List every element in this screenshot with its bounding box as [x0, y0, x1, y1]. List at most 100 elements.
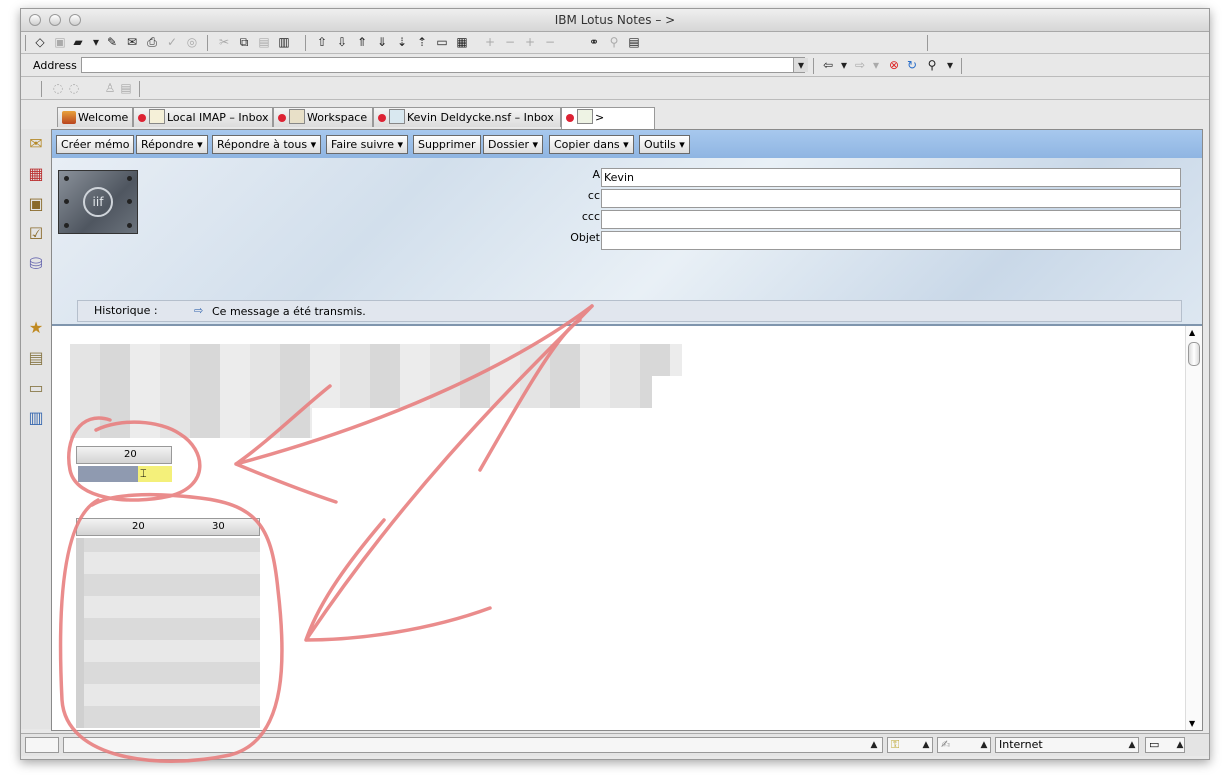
- reply-all-button[interactable]: Répondre à tous ▾: [212, 135, 322, 154]
- copy-into-button[interactable]: Copier dans ▾: [549, 135, 634, 154]
- spell-check-icon[interactable]: ✓: [165, 35, 179, 49]
- search-bar-icon[interactable]: ▤: [627, 35, 641, 49]
- search-dropdown-icon[interactable]: ▾: [943, 58, 957, 72]
- previous-unread-icon[interactable]: ⇡: [415, 35, 429, 49]
- create-memo-button[interactable]: Créer mémo: [56, 135, 135, 154]
- redacted-table: [76, 538, 260, 728]
- signature-up-icon[interactable]: ▲: [977, 738, 991, 752]
- tab-current-memo[interactable]: >: [561, 107, 655, 129]
- replicator-bookmark-icon[interactable]: ⛁: [25, 253, 47, 275]
- show-child-icon[interactable]: ▦: [455, 35, 469, 49]
- forward-icon[interactable]: ⇨: [853, 58, 867, 72]
- scroll-down-icon[interactable]: ▼: [1189, 719, 1195, 728]
- paste-special-icon[interactable]: ▥: [277, 35, 291, 49]
- chat-icon[interactable]: ◌: [51, 81, 65, 95]
- scroll-up-icon[interactable]: ▲: [1189, 328, 1195, 337]
- status-bar: ▲ ⚿ ▲ ✍ ▲ Internet ▲ ▭ ▲: [21, 733, 1209, 756]
- tab-label: Welcome: [78, 111, 129, 124]
- to-field[interactable]: Kevin: [601, 168, 1181, 187]
- column-marker-icon[interactable]: ⌶: [138, 466, 172, 482]
- address-toolbar: Address ▾ ⇦ ▾ ⇨ ▾ ⊗ ↻ ⚲ ▾: [21, 55, 1209, 77]
- expand-icon[interactable]: +: [483, 35, 497, 49]
- mail-status-up-icon[interactable]: ▲: [1173, 738, 1187, 752]
- navigate-top-icon[interactable]: ⇧: [315, 35, 329, 49]
- person-icon[interactable]: ♙: [103, 81, 117, 95]
- security-up-icon[interactable]: ▲: [919, 738, 933, 752]
- find-binoculars-icon[interactable]: ⚭: [587, 35, 601, 49]
- address-input[interactable]: [81, 57, 805, 73]
- subject-field[interactable]: [601, 231, 1181, 250]
- properties-icon[interactable]: ◎: [185, 35, 199, 49]
- search-icon[interactable]: ⚲: [607, 35, 621, 49]
- reply-button[interactable]: Répondre ▾: [136, 135, 208, 154]
- close-tab-icon[interactable]: [278, 114, 286, 122]
- forwarded-icon: ⇨: [194, 304, 204, 317]
- small-table-cell[interactable]: [78, 466, 138, 482]
- stop-icon[interactable]: ⊗: [887, 58, 901, 72]
- dropdown-arrow-icon[interactable]: ▾: [89, 35, 103, 49]
- address-label: Address: [33, 59, 77, 72]
- close-tab-icon[interactable]: [566, 114, 574, 122]
- location-selector[interactable]: Internet: [995, 737, 1139, 753]
- save-icon[interactable]: ▣: [53, 35, 67, 49]
- status-up-icon[interactable]: ▲: [867, 738, 881, 752]
- vertical-scrollbar[interactable]: ▲ ▼: [1185, 326, 1202, 730]
- forward-dropdown-icon[interactable]: ▾: [869, 58, 883, 72]
- show-parent-icon[interactable]: ▭: [435, 35, 449, 49]
- close-tab-icon[interactable]: [138, 114, 146, 122]
- back-icon[interactable]: ⇦: [821, 58, 835, 72]
- copy-icon[interactable]: ⧉: [237, 35, 251, 49]
- cut-icon[interactable]: ✂: [217, 35, 231, 49]
- cc-field[interactable]: [601, 189, 1181, 208]
- open-list-icon[interactable]: ▥: [25, 407, 47, 429]
- large-table-ruler[interactable]: 20 30: [76, 518, 260, 536]
- forward-button[interactable]: Faire suivre ▾: [326, 135, 408, 154]
- favorites-bookmark-icon[interactable]: ★: [25, 317, 47, 339]
- history-text: Ce message a été transmis.: [212, 305, 366, 318]
- back-dropdown-icon[interactable]: ▾: [837, 58, 851, 72]
- navigate-up-icon[interactable]: ⇑: [355, 35, 369, 49]
- tab-kevin-deldycke-inbox[interactable]: Kevin Deldycke.nsf – Inbox: [373, 107, 561, 127]
- window-title: IBM Lotus Notes – >: [554, 13, 676, 27]
- contacts-bookmark-icon[interactable]: ▣: [25, 193, 47, 215]
- notes-icon[interactable]: ▤: [119, 81, 133, 95]
- tab-local-imap-inbox[interactable]: Local IMAP – Inbox: [133, 107, 273, 127]
- search-web-icon[interactable]: ⚲: [925, 58, 939, 72]
- status-message: [63, 737, 883, 753]
- todo-bookmark-icon[interactable]: ☑: [25, 223, 47, 245]
- new-icon[interactable]: ◇: [33, 35, 47, 49]
- print-icon[interactable]: ⎙: [145, 35, 159, 49]
- collapse-all-icon[interactable]: −: [543, 35, 557, 49]
- more-bookmarks-icon[interactable]: ▭: [25, 377, 47, 399]
- navigate-bottom-icon[interactable]: ⇩: [335, 35, 349, 49]
- calendar-bookmark-icon[interactable]: ▦: [25, 163, 47, 185]
- navigate-down-icon[interactable]: ⇓: [375, 35, 389, 49]
- chat-toolbar: ◌ ◌ ♙ ▤: [21, 78, 1209, 100]
- home-icon: [62, 111, 76, 124]
- collapse-icon[interactable]: −: [503, 35, 517, 49]
- expand-all-icon[interactable]: +: [523, 35, 537, 49]
- refresh-icon[interactable]: ↻: [905, 58, 919, 72]
- memo-body[interactable]: 20 ⌶ 20 30: [52, 326, 1186, 730]
- mail-bookmark-icon[interactable]: ✉: [25, 133, 47, 155]
- forward-mail-icon[interactable]: ✉: [125, 35, 139, 49]
- tab-workspace[interactable]: Workspace: [273, 107, 373, 127]
- databases-bookmark-icon[interactable]: ▤: [25, 347, 47, 369]
- next-unread-icon[interactable]: ⇣: [395, 35, 409, 49]
- open-folder-icon[interactable]: ▰: [71, 35, 85, 49]
- folder-button[interactable]: Dossier ▾: [483, 135, 544, 154]
- address-dropdown-icon[interactable]: ▾: [793, 58, 808, 72]
- tools-button[interactable]: Outils ▾: [639, 135, 690, 154]
- bcc-field[interactable]: [601, 210, 1181, 229]
- tab-welcome[interactable]: Welcome: [57, 107, 133, 127]
- location-up-icon[interactable]: ▲: [1125, 738, 1139, 752]
- logo-badge-icon: iif: [83, 187, 113, 217]
- ruler-tick-label: 20: [132, 521, 145, 532]
- paste-icon[interactable]: ▤: [257, 35, 271, 49]
- small-table-ruler[interactable]: 20: [76, 446, 172, 464]
- delete-button[interactable]: Supprimer: [413, 135, 481, 154]
- group-chat-icon[interactable]: ◌: [67, 81, 81, 95]
- close-tab-icon[interactable]: [378, 114, 386, 122]
- scroll-thumb[interactable]: [1188, 342, 1200, 366]
- edit-icon[interactable]: ✎: [105, 35, 119, 49]
